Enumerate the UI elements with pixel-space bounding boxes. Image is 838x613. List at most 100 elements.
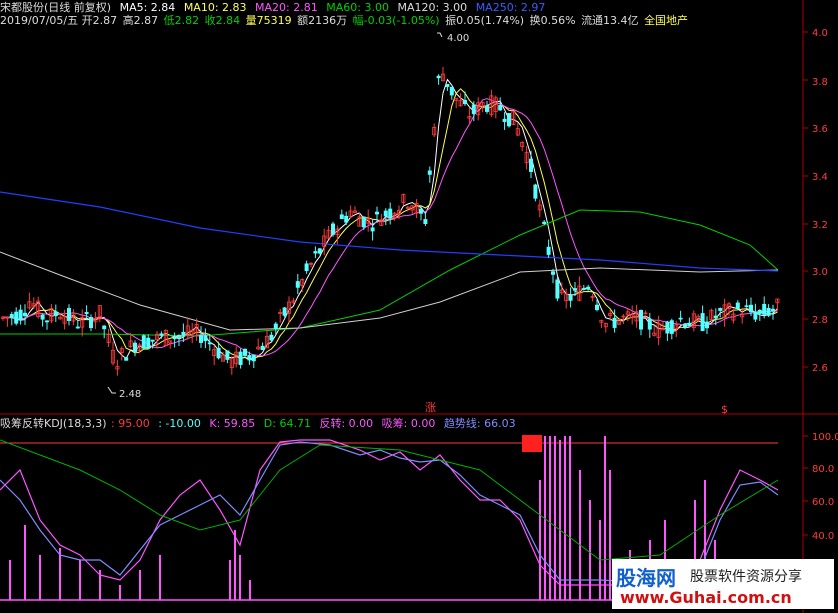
candle-body xyxy=(40,314,45,320)
candle-body xyxy=(502,118,507,122)
candle-body xyxy=(370,227,375,232)
candle-body xyxy=(423,219,428,225)
candle-body xyxy=(573,288,578,291)
ma60-value: MA60: 3.00 xyxy=(326,1,389,14)
candle-body xyxy=(317,248,322,254)
candle-body xyxy=(471,104,476,115)
candles[interactable] xyxy=(0,66,780,376)
candle-body xyxy=(551,271,556,275)
candle-body xyxy=(669,320,674,334)
candle-body xyxy=(260,345,265,351)
candle-body xyxy=(207,342,212,345)
candle-body xyxy=(586,286,591,290)
candle-body xyxy=(181,331,186,336)
price-tick: 3.4 xyxy=(812,172,828,183)
quote-float-cap: 流通13.4亿 xyxy=(581,14,639,27)
candle-body xyxy=(132,342,137,353)
indicator-absorb: 吸筹: 0.00 xyxy=(381,417,436,430)
candle-body xyxy=(735,302,740,309)
indicator-d: D: 64.71 xyxy=(263,417,311,430)
candle-body xyxy=(683,323,688,328)
low-mark-arrow xyxy=(107,386,116,394)
ma-legend-row: 宋都股份(日线 前复权) MA5: 2.84 MA10: 2.83 MA20: … xyxy=(0,1,550,15)
price-tick: 4.0 xyxy=(812,28,828,39)
price-tick: 3.8 xyxy=(812,77,828,88)
quote-open: 开2.87 xyxy=(81,14,118,27)
price-tick: 2.6 xyxy=(812,363,828,374)
candle-body xyxy=(506,113,511,127)
trend-line xyxy=(0,439,779,561)
candle-body xyxy=(251,354,256,362)
ind-red-block xyxy=(522,435,542,452)
candle-body xyxy=(383,210,388,217)
s-marker: $ xyxy=(721,403,728,416)
candle-body xyxy=(53,311,58,317)
indicator-legend-row: 吸筹反转KDJ(18,3,3) : 95.00 : -10.00 K: 59.8… xyxy=(0,417,521,431)
candle-body xyxy=(176,334,181,338)
candle-body xyxy=(198,335,203,343)
candle-body xyxy=(555,279,560,299)
candle-body xyxy=(766,308,771,316)
candle-body xyxy=(612,317,617,328)
quote-amplitude: 振0.05(1.74%) xyxy=(445,14,525,27)
price-tick: 3.6 xyxy=(812,124,828,135)
high-mark-label: 4.00 xyxy=(447,33,469,44)
candle-body xyxy=(546,246,551,255)
ind-tick: 40.0 xyxy=(812,531,834,542)
quote-amount: 额2136万 xyxy=(297,14,348,27)
ma120-value: MA120: 3.00 xyxy=(397,1,468,14)
quote-row: 2019/07/05/五 开2.87 高2.87 低2.82 收2.84 量75… xyxy=(0,14,693,28)
indicator-v1: : 95.00 xyxy=(111,417,150,430)
candle-body xyxy=(678,317,683,320)
indicator-name[interactable]: 吸筹反转KDJ(18,3,3) xyxy=(0,417,107,430)
candle-body xyxy=(45,320,50,323)
candle-body xyxy=(67,308,72,321)
stock-name: 宋都股份(日线 前复权) xyxy=(0,1,112,14)
ind-tick: 60.0 xyxy=(812,497,834,508)
candle-body xyxy=(581,288,586,290)
ma10-value: MA10: 2.83 xyxy=(183,1,247,14)
ma60-line xyxy=(0,209,779,337)
axes xyxy=(0,0,838,613)
indicator-axis-labels: 100.0 80.0 60.0 40.0 xyxy=(812,432,838,542)
high-mark-arrow xyxy=(437,32,443,38)
candle-body xyxy=(9,314,14,319)
ma5-value: MA5: 2.84 xyxy=(119,1,176,14)
candle-body xyxy=(374,211,379,215)
candle-body xyxy=(568,294,573,301)
candle-body xyxy=(75,326,80,329)
candle-body xyxy=(273,323,278,330)
candle-body xyxy=(744,305,749,308)
quote-change: 幅-0.03(-1.05%) xyxy=(352,14,440,27)
candle-body xyxy=(700,313,705,331)
candle-body xyxy=(647,318,652,330)
candle-body xyxy=(18,309,23,321)
candle-body xyxy=(753,311,758,320)
candle-body xyxy=(749,304,754,313)
candle-body xyxy=(445,83,450,87)
candle-body xyxy=(124,357,129,361)
candle-body xyxy=(141,335,146,349)
candle-body xyxy=(282,307,287,316)
candle-body xyxy=(172,337,177,340)
candle-body xyxy=(344,215,349,223)
indicator-k: K: 59.85 xyxy=(209,417,256,430)
candle-body xyxy=(242,348,247,356)
watermark-brand: 股海网 xyxy=(616,566,676,590)
candle-body xyxy=(159,333,164,336)
candle-body xyxy=(542,221,547,225)
candle-body xyxy=(449,86,454,96)
candle-body xyxy=(427,170,432,175)
candle-body xyxy=(665,321,670,334)
zhang-marker: 涨 xyxy=(425,401,436,414)
indicator-trend: 趋势线: 66.03 xyxy=(443,417,516,430)
quote-high: 高2.87 xyxy=(122,14,159,27)
candle-body xyxy=(529,158,534,172)
candle-body xyxy=(771,308,776,312)
candle-body xyxy=(22,312,27,317)
price-axis-labels: 4.0 3.8 3.6 3.4 3.2 3.0 2.8 2.6 xyxy=(812,28,828,374)
chart-canvas[interactable]: 4.0 3.8 3.6 3.4 3.2 3.0 2.8 2.6 100.0 80… xyxy=(0,0,838,613)
ma20-value: MA20: 2.81 xyxy=(255,1,318,14)
candle-body xyxy=(203,335,208,342)
ma250-line xyxy=(0,191,779,272)
